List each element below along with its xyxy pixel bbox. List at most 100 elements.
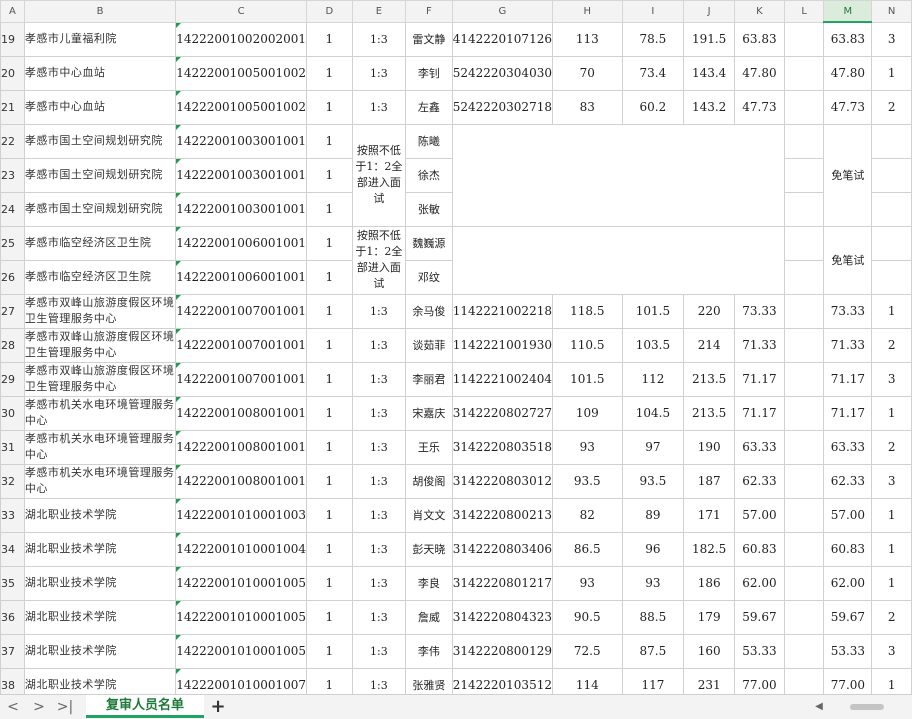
score-m-cell[interactable]: 47.80 [823, 55, 873, 91]
score-h-cell[interactable]: 70 [551, 55, 623, 91]
row-header[interactable]: 33 [0, 497, 25, 533]
unit-cell[interactable]: 孝感市中心血站 [23, 55, 177, 91]
candidate-name-cell[interactable]: 李伟 [405, 633, 453, 669]
column-header-b[interactable]: B [23, 0, 177, 23]
candidate-name-cell[interactable]: 王乐 [405, 429, 453, 465]
position-code-cell[interactable]: 14222001010001003 [175, 497, 308, 533]
empty-cell[interactable] [783, 599, 825, 635]
ticket-number-cell[interactable]: 2142220103512 [451, 667, 553, 694]
candidate-name-cell[interactable]: 肖文文 [405, 497, 453, 533]
score-h-cell[interactable]: 109 [551, 395, 623, 431]
unit-cell[interactable]: 湖北职业技术学院 [23, 565, 177, 601]
unit-cell[interactable]: 孝感市双峰山旅游度假区环境卫生管理服务中心 [23, 293, 177, 329]
score-m-cell[interactable]: 62.33 [823, 463, 873, 499]
score-k-cell[interactable]: 60.83 [734, 531, 785, 567]
score-i-cell[interactable]: 101.5 [621, 293, 685, 329]
ratio-cell[interactable]: 1:3 [351, 463, 407, 499]
scroll-left-icon[interactable]: ◀ [812, 698, 826, 716]
hire-count-cell[interactable]: 1 [306, 55, 353, 91]
score-i-cell[interactable]: 97 [621, 429, 685, 465]
empty-cell[interactable] [783, 667, 825, 694]
position-code-cell[interactable]: 14222001005001002 [175, 89, 308, 125]
rank-cell[interactable] [871, 191, 912, 227]
position-code-cell[interactable]: 14222001002002001 [175, 21, 308, 57]
rank-cell[interactable]: 1 [871, 395, 912, 431]
ticket-number-cell[interactable]: 1142221002218 [451, 293, 553, 329]
empty-cell[interactable] [783, 497, 825, 533]
row-header[interactable]: 25 [0, 225, 25, 261]
rank-cell[interactable]: 1 [871, 55, 912, 91]
score-h-cell[interactable]: 93.5 [551, 463, 623, 499]
unit-cell[interactable]: 孝感市国土空间规划研究院 [23, 123, 177, 159]
empty-cell[interactable] [783, 123, 825, 159]
rank-cell[interactable]: 2 [871, 599, 912, 635]
ratio-cell[interactable]: 1:3 [351, 361, 407, 397]
position-code-cell[interactable]: 14222001008001001 [175, 429, 308, 465]
candidate-name-cell[interactable]: 李丽君 [405, 361, 453, 397]
hire-count-cell[interactable]: 1 [306, 395, 353, 431]
interview-rule-note[interactable]: 按照不低于1：2全部进入面试 [351, 225, 407, 295]
score-h-cell[interactable]: 93 [551, 565, 623, 601]
score-i-cell[interactable]: 117 [621, 667, 685, 694]
next-sheet-icon[interactable]: > [30, 697, 48, 717]
score-i-cell[interactable]: 112 [621, 361, 685, 397]
score-h-cell[interactable]: 110.5 [551, 327, 623, 363]
rank-cell[interactable] [871, 123, 912, 159]
column-header-k[interactable]: K [734, 0, 785, 23]
previous-sheet-icon[interactable]: < [4, 697, 22, 717]
empty-cell[interactable] [783, 191, 825, 227]
hire-count-cell[interactable]: 1 [306, 293, 353, 329]
hire-count-cell[interactable]: 1 [306, 89, 353, 125]
score-k-cell[interactable]: 71.17 [734, 361, 785, 397]
ratio-cell[interactable]: 1:3 [351, 497, 407, 533]
score-k-cell[interactable]: 71.33 [734, 327, 785, 363]
score-h-cell[interactable]: 83 [551, 89, 623, 125]
column-header-f[interactable]: F [405, 0, 453, 23]
ratio-cell[interactable]: 1:3 [351, 395, 407, 431]
score-m-cell[interactable]: 63.83 [823, 21, 873, 57]
ratio-cell[interactable]: 1:3 [351, 55, 407, 91]
position-code-cell[interactable]: 14222001005001002 [175, 55, 308, 91]
score-i-cell[interactable]: 60.2 [621, 89, 685, 125]
unit-cell[interactable]: 孝感市中心血站 [23, 89, 177, 125]
empty-cell[interactable] [783, 225, 825, 261]
row-header[interactable]: 36 [0, 599, 25, 635]
candidate-name-cell[interactable]: 左鑫 [405, 89, 453, 125]
score-m-cell[interactable]: 59.67 [823, 599, 873, 635]
hire-count-cell[interactable]: 1 [306, 259, 353, 295]
score-i-cell[interactable]: 103.5 [621, 327, 685, 363]
exempt-written-exam-note[interactable]: 免笔试 [823, 225, 873, 295]
score-total-cell[interactable]: 143.2 [683, 89, 736, 125]
candidate-name-cell[interactable]: 彭天晓 [405, 531, 453, 567]
position-code-cell[interactable]: 14222001003001001 [175, 191, 308, 227]
score-h-cell[interactable]: 86.5 [551, 531, 623, 567]
row-header[interactable]: 26 [0, 259, 25, 295]
column-header-h[interactable]: H [551, 0, 623, 23]
position-code-cell[interactable]: 14222001010001007 [175, 667, 308, 694]
ticket-number-cell[interactable]: 4142220107126 [451, 21, 553, 57]
position-code-cell[interactable]: 14222001010001005 [175, 599, 308, 635]
candidate-name-cell[interactable]: 李良 [405, 565, 453, 601]
position-code-cell[interactable]: 14222001007001001 [175, 327, 308, 363]
score-i-cell[interactable]: 73.4 [621, 55, 685, 91]
unit-cell[interactable]: 湖北职业技术学院 [23, 599, 177, 635]
score-k-cell[interactable]: 57.00 [734, 497, 785, 533]
interview-rule-note[interactable]: 按照不低于1：2全部进入面试 [351, 123, 407, 227]
hire-count-cell[interactable]: 1 [306, 191, 353, 227]
score-total-cell[interactable]: 179 [683, 599, 736, 635]
ratio-cell[interactable]: 1:3 [351, 293, 407, 329]
ratio-cell[interactable]: 1:3 [351, 429, 407, 465]
ticket-number-cell[interactable]: 3142220804323 [451, 599, 553, 635]
score-h-cell[interactable]: 114 [551, 667, 623, 694]
score-k-cell[interactable]: 77.00 [734, 667, 785, 694]
empty-cell[interactable] [783, 259, 825, 295]
unit-cell[interactable]: 湖北职业技术学院 [23, 531, 177, 567]
candidate-name-cell[interactable]: 邓纹 [405, 259, 453, 295]
score-h-cell[interactable]: 101.5 [551, 361, 623, 397]
candidate-name-cell[interactable]: 胡俊阁 [405, 463, 453, 499]
ticket-number-cell[interactable]: 3142220800129 [451, 633, 553, 669]
score-h-cell[interactable]: 82 [551, 497, 623, 533]
hire-count-cell[interactable]: 1 [306, 157, 353, 193]
score-m-cell[interactable]: 53.33 [823, 633, 873, 669]
ticket-number-cell[interactable]: 3142220800213 [451, 497, 553, 533]
